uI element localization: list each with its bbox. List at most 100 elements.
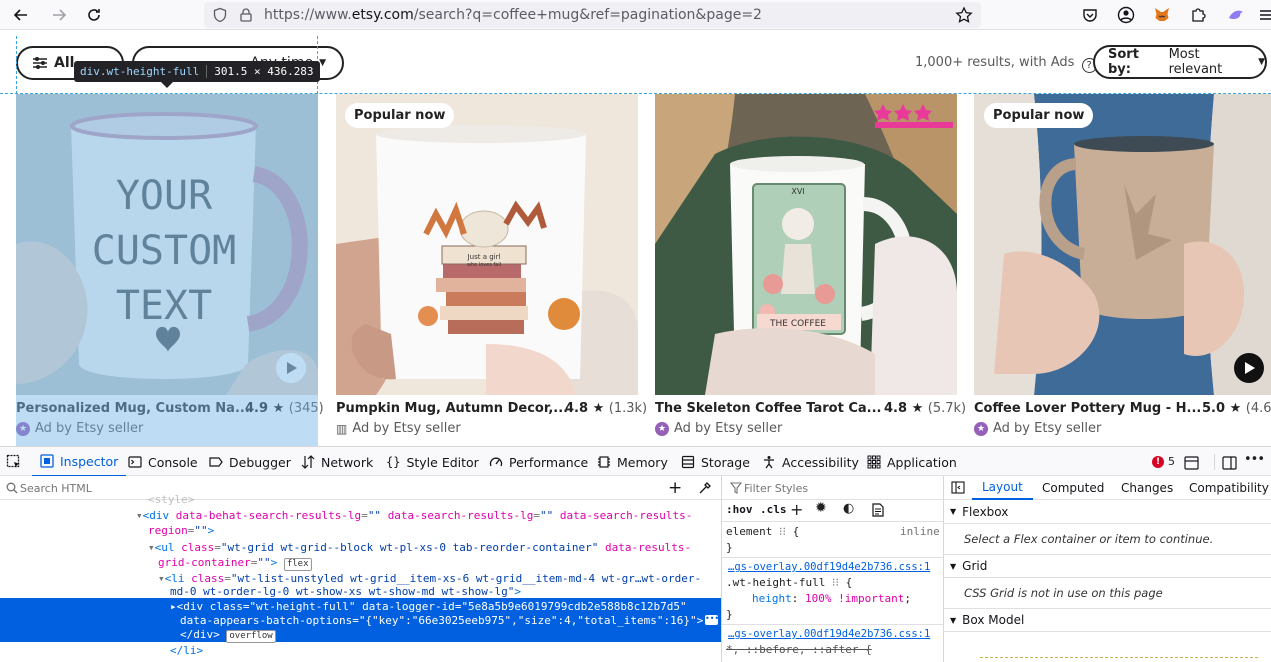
css-rule-source[interactable]: …gs-overlay.00df19d4e2b736.css:1: [728, 559, 930, 575]
all-filters-label: All: [54, 55, 75, 71]
section-title: Grid: [962, 559, 988, 573]
css-declaration[interactable]: height: 100% !important;: [752, 591, 911, 607]
product-title[interactable]: Coffee Lover Pottery Mug - H...: [974, 401, 1201, 416]
search-html-input[interactable]: [20, 479, 640, 497]
eyedropper-icon[interactable]: [698, 481, 712, 495]
metamask-fox-icon[interactable]: [1152, 5, 1172, 25]
css-rule-selector[interactable]: element ⁝⁝ {: [726, 524, 799, 540]
product-image[interactable]: [974, 94, 1271, 395]
browser-toolbar: https://www.etsy.com/search?q=coffee+mug…: [0, 0, 1271, 30]
overflow-badge[interactable]: overflow: [226, 630, 276, 643]
element-picker-icon[interactable]: [6, 454, 22, 474]
flex-badge[interactable]: flex: [283, 558, 312, 571]
forward-button[interactable]: [48, 4, 70, 26]
lock-icon[interactable]: [238, 7, 254, 23]
devtools-tabbar: Inspector Console Debugger Network {} St…: [0, 446, 1271, 477]
split-console-icon[interactable]: [1184, 455, 1199, 474]
tab-application[interactable]: Application: [867, 447, 957, 477]
product-title[interactable]: Pumpkin Mug, Autumn Decor,...: [336, 401, 568, 416]
mug-print-text-1: Just a girl: [467, 253, 501, 261]
ad-label: ★ Ad by Etsy seller: [974, 421, 1101, 436]
bookmark-star-icon[interactable]: [955, 6, 973, 24]
html-line[interactable]: ▾<div data-behat-search-results-lg="" da…: [136, 508, 692, 524]
network-arrows-icon: [301, 455, 315, 469]
sort-button[interactable]: Sort by: Most relevant ▼: [1093, 45, 1267, 79]
add-rule-icon[interactable]: +: [790, 500, 803, 519]
tab-changes[interactable]: Changes: [1121, 476, 1173, 500]
print-document-icon[interactable]: [872, 503, 884, 517]
tab-computed[interactable]: Computed: [1042, 476, 1104, 500]
css-rule-selector[interactable]: .wt-height-full ⁝⁝ {: [726, 575, 852, 591]
tab-accessibility[interactable]: Accessibility: [762, 447, 859, 477]
tab-network[interactable]: Network: [301, 447, 373, 477]
css-rule-source[interactable]: inline: [900, 524, 940, 540]
flexbox-note: Select a Flex container or item to conti…: [964, 532, 1214, 546]
tab-label: Network: [321, 454, 374, 470]
error-count-value: 5: [1168, 455, 1175, 468]
debugger-icon: [209, 457, 223, 467]
styles-toolbar: :hov .cls + ✹ ◐: [722, 500, 943, 522]
hover-states-button[interactable]: :hov: [726, 502, 753, 518]
html-line[interactable]: grid-container=""> flex: [158, 555, 312, 571]
product-image[interactable]: Just a girl who loves fall: [336, 94, 638, 395]
filter-funnel-icon: [730, 482, 742, 494]
sun-light-mode-icon[interactable]: ✹: [815, 500, 827, 516]
html-line[interactable]: region="">: [148, 523, 214, 539]
star-icon: ★: [1229, 401, 1242, 416]
box-model-section-header[interactable]: ▼ Box Model: [944, 608, 1271, 632]
classes-button[interactable]: .cls: [760, 502, 787, 518]
shield-icon[interactable]: [212, 7, 228, 23]
results-count: 1,000+ results, with Ads ?: [915, 55, 1097, 73]
back-button[interactable]: [10, 4, 32, 26]
css-rule-selector[interactable]: *, ::before, ::after {: [726, 642, 872, 658]
tab-label: Accessibility: [782, 454, 859, 470]
extensions-puzzle-icon[interactable]: [1188, 5, 1208, 25]
reload-button[interactable]: [83, 4, 105, 26]
tab-layout[interactable]: Layout: [972, 476, 1033, 500]
tab-label: Console: [148, 454, 198, 470]
add-node-icon[interactable]: +: [668, 478, 682, 498]
tab-performance[interactable]: Performance: [489, 447, 588, 477]
mug-print-text-2: who loves fall: [467, 262, 501, 268]
toggle-sidebar-icon[interactable]: [951, 481, 965, 494]
ad-label: ▥ Ad by Etsy seller: [336, 421, 461, 436]
tab-compatibility[interactable]: Compatibility: [1189, 476, 1269, 500]
more-icon[interactable]: •••: [705, 615, 719, 625]
chevron-down-icon: ▼: [950, 507, 957, 516]
error-count[interactable]: ! 5: [1152, 455, 1175, 468]
caret-down-icon: ▼: [319, 58, 326, 68]
dock-side-icon[interactable]: [1222, 455, 1237, 474]
tooltip-selector: div.wt-height-full: [80, 65, 200, 78]
play-video-button[interactable]: [1234, 353, 1264, 383]
product-title[interactable]: The Skeleton Coffee Tarot Ca...: [655, 401, 881, 416]
css-rule-source[interactable]: …gs-overlay.00df19d4e2b736.css:1: [728, 626, 930, 642]
sort-value: Most relevant: [1168, 47, 1223, 77]
tab-memory[interactable]: Memory: [597, 447, 668, 477]
extension-bird-icon[interactable]: [1226, 5, 1246, 25]
star-seller-badge-icon: ★: [655, 421, 669, 436]
tab-storage[interactable]: Storage: [681, 447, 750, 477]
inspector-highlight-overlay: [16, 94, 318, 446]
account-icon[interactable]: [1116, 5, 1136, 25]
html-line[interactable]: </li>: [170, 643, 203, 659]
filter-styles-input[interactable]: [744, 479, 934, 497]
product-image[interactable]: XVI THE COFFEE: [655, 94, 957, 395]
search-html-bar: +: [0, 476, 721, 500]
grid-section-header[interactable]: ▼ Grid: [944, 554, 1271, 578]
html-line[interactable]: ▾<ul class="wt-grid wt-grid--block wt-pl…: [148, 540, 691, 556]
selected-html-node[interactable]: ▸<div class="wt-height-full" data-logger…: [0, 598, 721, 643]
tab-style-editor[interactable]: {} Style Editor: [386, 447, 479, 477]
pocket-icon[interactable]: [1080, 5, 1100, 25]
html-line[interactable]: <style>: [148, 492, 194, 508]
menu-icon[interactable]: [1256, 5, 1271, 25]
reload-icon: [88, 9, 100, 21]
dark-mode-icon[interactable]: ◐: [843, 501, 854, 516]
tab-console[interactable]: Console: [128, 447, 198, 477]
more-options-icon[interactable]: •••: [1244, 452, 1265, 467]
url-bar[interactable]: https://www.etsy.com/search?q=coffee+mug…: [204, 2, 981, 28]
tab-inspector[interactable]: Inspector: [32, 447, 127, 477]
flexbox-section-header[interactable]: ▼ Flexbox: [944, 500, 1271, 524]
product-rating: 4.8 ★ (1.3k): [565, 401, 648, 416]
layout-tabbar: Layout Computed Changes Compatibility: [944, 476, 1271, 500]
tab-debugger[interactable]: Debugger: [209, 447, 291, 477]
